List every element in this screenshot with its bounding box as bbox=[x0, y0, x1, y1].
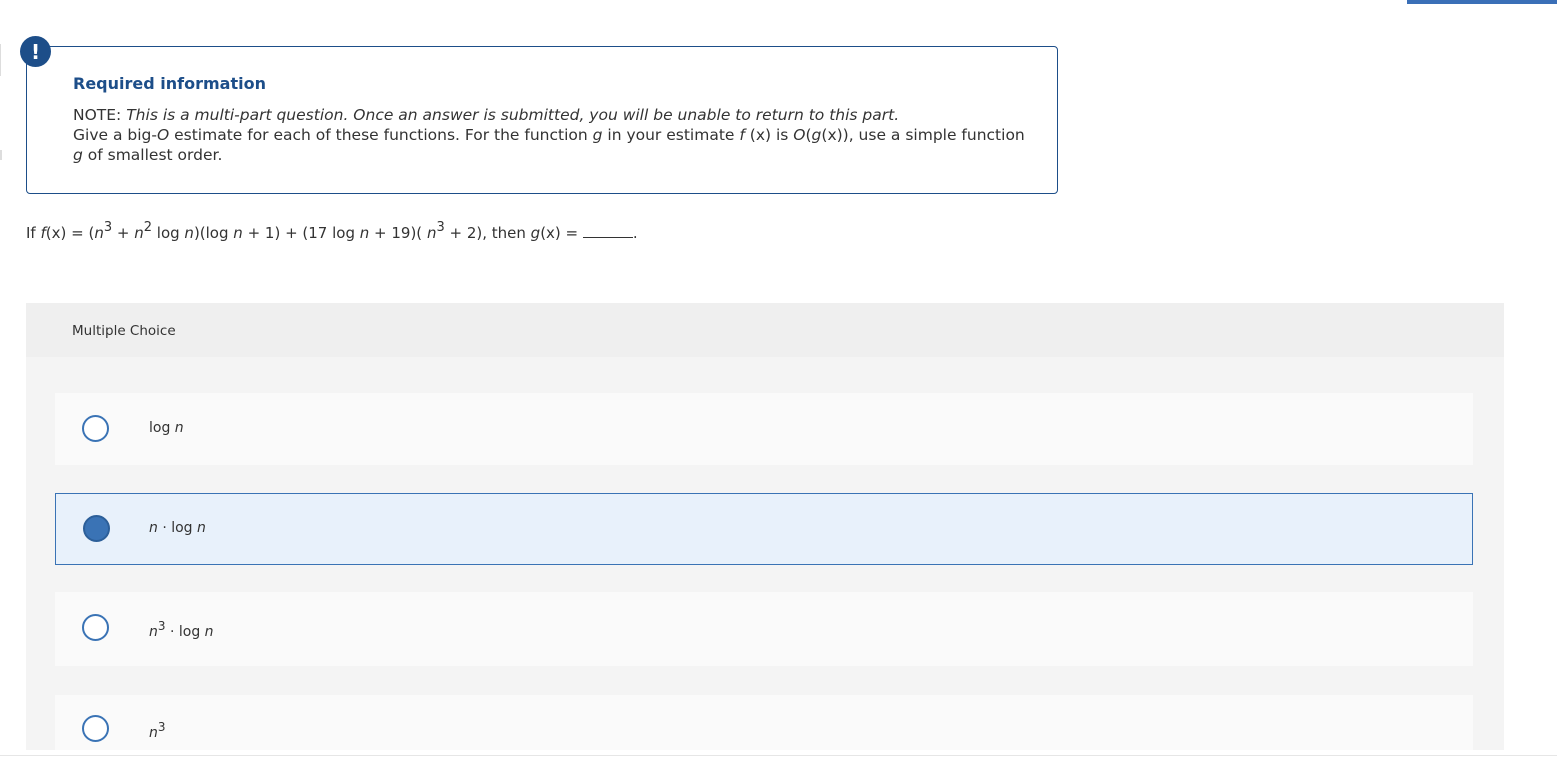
choice-option-2[interactable]: n · log n bbox=[55, 493, 1473, 565]
answer-blank bbox=[582, 225, 633, 238]
option-label: log n bbox=[149, 420, 184, 436]
option-text: · log bbox=[157, 520, 198, 536]
note-text: This is a multi-part question. Once an a… bbox=[126, 106, 900, 124]
info-note: NOTE: This is a multi-part question. Onc… bbox=[73, 105, 1033, 125]
option-label: n3 bbox=[149, 721, 166, 741]
math-var: g bbox=[73, 146, 83, 164]
math-var: O bbox=[156, 126, 170, 144]
q-text: log bbox=[152, 224, 185, 242]
info-instruction-cont: g of smallest order. bbox=[73, 145, 1033, 165]
q-text: If bbox=[26, 224, 41, 242]
math-var: n bbox=[174, 420, 184, 436]
info-title: Required information bbox=[73, 74, 266, 93]
multiple-choice-panel: Multiple Choice log n n · log n n3 · log… bbox=[26, 303, 1504, 750]
math-var: n bbox=[233, 224, 243, 242]
math-var: n bbox=[134, 224, 144, 242]
mc-header: Multiple Choice bbox=[26, 303, 1504, 357]
radio-button[interactable] bbox=[82, 614, 109, 641]
info-instruction: Give a big-O estimate for each of these … bbox=[73, 125, 1033, 145]
choice-option-1[interactable]: log n bbox=[55, 393, 1473, 465]
q-text: + 1) + (17 log bbox=[242, 224, 360, 242]
exponent: 3 bbox=[157, 720, 166, 734]
choice-option-4[interactable]: n3 bbox=[55, 695, 1473, 750]
text: in your estimate bbox=[602, 126, 740, 144]
math-var: n bbox=[204, 624, 214, 640]
q-text: (x) = ( bbox=[45, 224, 95, 242]
question-text: If f(x) = (n3 + n2 log n)(log n + 1) + (… bbox=[26, 221, 638, 242]
top-accent-bar bbox=[1407, 0, 1557, 4]
text: Give a big- bbox=[73, 126, 157, 144]
radio-button[interactable] bbox=[82, 715, 109, 742]
mc-label: Multiple Choice bbox=[72, 323, 176, 339]
left-edge-divider bbox=[0, 150, 2, 160]
math-var: g bbox=[592, 126, 603, 144]
option-text: · log bbox=[165, 624, 205, 640]
math-var: n bbox=[184, 224, 194, 242]
math-var: g bbox=[530, 224, 541, 242]
text: (x) is bbox=[744, 126, 794, 144]
exponent: 3 bbox=[436, 220, 445, 235]
math-var: n bbox=[94, 224, 104, 242]
math-var: n bbox=[359, 224, 370, 242]
info-text: NOTE: This is a multi-part question. Onc… bbox=[73, 105, 1033, 165]
exponent: 2 bbox=[143, 220, 153, 235]
q-text: + 2), then bbox=[444, 224, 531, 242]
q-text: . bbox=[632, 224, 638, 242]
math-var: n bbox=[149, 624, 158, 640]
radio-button-selected[interactable] bbox=[83, 515, 110, 542]
q-text: )(log bbox=[193, 224, 234, 242]
q-text: + 19)( bbox=[369, 224, 427, 242]
exponent: 3 bbox=[157, 619, 166, 633]
math-var: n bbox=[197, 520, 206, 536]
option-label: n · log n bbox=[149, 520, 206, 536]
text: estimate for each of these functions. Fo… bbox=[169, 126, 593, 144]
note-prefix: NOTE: bbox=[73, 106, 127, 124]
math-var: n bbox=[149, 725, 158, 741]
math-var: n bbox=[149, 520, 158, 536]
math-var: O bbox=[793, 126, 806, 144]
q-text: + bbox=[112, 224, 135, 242]
bottom-divider bbox=[0, 755, 1557, 756]
option-label: n3 · log n bbox=[149, 620, 214, 640]
exclamation-icon: ! bbox=[20, 36, 51, 67]
q-text: (x) = bbox=[540, 224, 583, 242]
left-edge-divider bbox=[0, 44, 1, 76]
text: (x)), use a simple function bbox=[821, 126, 1025, 144]
exponent: 3 bbox=[103, 220, 113, 235]
text: of smallest order. bbox=[82, 146, 223, 164]
option-text: log bbox=[149, 420, 171, 436]
math-var: g bbox=[811, 126, 822, 144]
choice-option-3[interactable]: n3 · log n bbox=[55, 592, 1473, 666]
radio-button[interactable] bbox=[82, 415, 109, 442]
